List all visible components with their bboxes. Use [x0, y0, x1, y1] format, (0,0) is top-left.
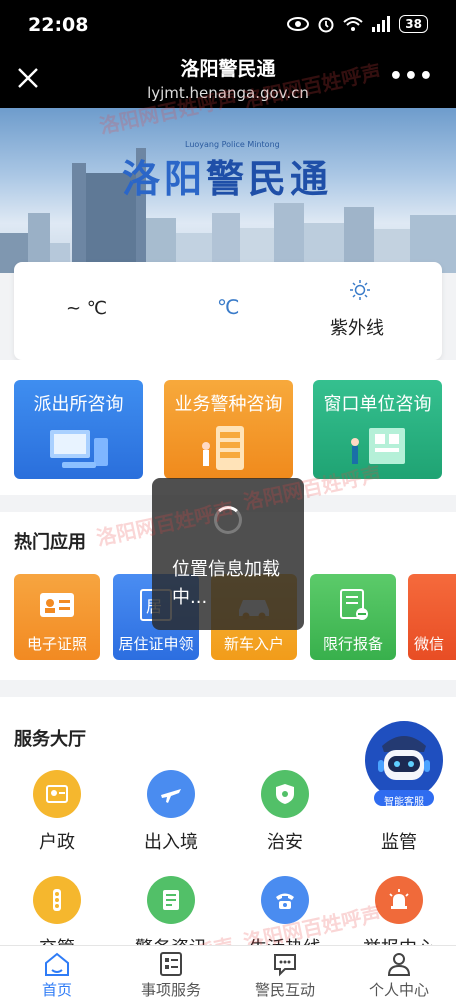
weather-card: ~ ℃ ℃ 紫外线	[14, 262, 442, 360]
tab-label: 事项服务	[140, 981, 201, 999]
loading-toast: 位置信息加载中...	[152, 478, 304, 630]
app-label: 电子证照	[26, 635, 87, 653]
service-public-security[interactable]: 治安	[235, 770, 335, 854]
id-card-icon	[40, 593, 74, 617]
status-time: 22:08	[28, 14, 89, 36]
temperature-unit: ℃	[217, 295, 240, 319]
hot-apps-title: 热门应用	[14, 532, 86, 553]
uv-label: 紫外线	[330, 318, 384, 339]
more-menu-icon[interactable]: •••	[389, 64, 434, 89]
page-title: 洛阳警民通	[180, 58, 276, 80]
restriction-report-icon	[340, 589, 368, 620]
loading-spinner-icon	[214, 506, 242, 534]
phone-illustration-icon	[202, 426, 244, 470]
tab-label: 个人中心	[368, 981, 429, 999]
home-icon	[45, 952, 69, 976]
banner: Luoyang Police Mintong 洛阳警民通	[0, 108, 456, 273]
phone-icon	[261, 876, 309, 924]
chat-icon	[274, 954, 296, 977]
police-type-consult-card[interactable]: 业务警种咨询	[164, 380, 293, 479]
page-url: lyjmt.henanga.gov.cn	[147, 84, 309, 102]
sun-icon	[350, 280, 370, 300]
service-label: 治安	[267, 832, 303, 853]
tab-home[interactable]: 首页	[0, 946, 114, 1000]
service-household[interactable]: 户政	[7, 770, 107, 854]
status-bar: 22:08 38	[0, 0, 456, 52]
app-restriction-report[interactable]: 限行报备	[310, 574, 396, 660]
airplane-icon	[147, 770, 195, 818]
smart-service-robot[interactable]: 智能客服	[364, 716, 444, 808]
robot-label: 智能客服	[384, 797, 424, 808]
computer-illustration-icon	[50, 430, 108, 468]
app-label: 居住证申领	[118, 635, 194, 653]
bottom-nav: 首页 事项服务 警民互动 个人中心	[0, 945, 456, 1000]
battery-indicator: 38	[399, 15, 428, 33]
app-electronic-license[interactable]: 电子证照	[14, 574, 100, 660]
user-icon	[387, 953, 411, 976]
list-icon	[160, 952, 182, 976]
eye-icon	[287, 17, 310, 31]
loading-message: 位置信息加载中...	[172, 559, 280, 608]
news-icon	[147, 876, 195, 924]
nav-bar: 洛阳警民通 lyjmt.henanga.gov.cn •••	[0, 52, 456, 108]
service-hall-title: 服务大厅	[14, 729, 86, 750]
consult-card-label: 窗口单位咨询	[323, 394, 432, 415]
wifi-icon	[343, 17, 363, 31]
tab-profile[interactable]: 个人中心	[342, 946, 456, 1000]
app-label: 微信	[414, 635, 445, 653]
service-label: 户政	[39, 832, 75, 853]
service-exit-entry[interactable]: 出入境	[121, 770, 221, 854]
signal-icon	[372, 16, 391, 32]
siren-icon	[375, 876, 423, 924]
alarm-icon	[318, 17, 334, 33]
police-station-consult-card[interactable]: 派出所咨询	[14, 380, 143, 479]
shield-icon	[261, 770, 309, 818]
service-label: 出入境	[144, 832, 198, 853]
banner-logo: 洛阳警民通	[122, 156, 333, 201]
consult-card-label: 派出所咨询	[33, 394, 124, 415]
tab-services[interactable]: 事项服务	[114, 946, 228, 1000]
app-wechat[interactable]: 微信	[408, 574, 456, 660]
app-label: 限行报备	[322, 635, 383, 653]
tab-label: 警民互动	[254, 981, 315, 999]
status-icons: 38	[287, 15, 428, 33]
household-icon	[33, 770, 81, 818]
window-unit-consult-card[interactable]: 窗口单位咨询	[313, 380, 442, 479]
tab-label: 首页	[41, 981, 72, 999]
screen-illustration-icon	[351, 428, 405, 464]
consult-card-label: 业务警种咨询	[174, 394, 283, 415]
service-label: 监管	[381, 832, 417, 853]
traffic-light-icon	[33, 876, 81, 924]
app-label: 新车入户	[223, 635, 284, 653]
temperature-value: ~ ℃	[66, 298, 108, 319]
tab-interaction[interactable]: 警民互动	[228, 946, 342, 1000]
